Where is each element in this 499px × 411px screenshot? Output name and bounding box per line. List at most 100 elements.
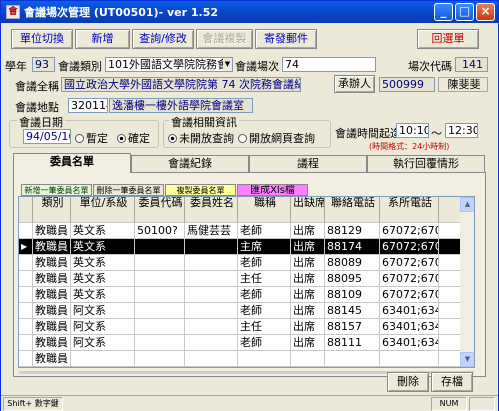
cell-category[interactable]: 教職員: [33, 271, 71, 286]
cell-title[interactable]: 老師: [238, 335, 291, 350]
cell-category[interactable]: 教職員: [33, 223, 71, 238]
back-to-menu-button[interactable]: 回選單: [417, 29, 479, 49]
cell-dept-phone[interactable]: 67072;67071: [380, 255, 439, 270]
table-row[interactable]: ▶教職員英文系 主席出席8817467072;67071: [19, 239, 460, 255]
category-select[interactable]: 101外國語文學院院務會 ▼: [105, 57, 233, 72]
cell-phone[interactable]: 88157: [325, 319, 380, 334]
row-selector[interactable]: [19, 197, 33, 222]
cell-category[interactable]: 教職員: [33, 335, 71, 350]
table-row[interactable]: 教職員英文系 老師出席8808967072;67071: [19, 255, 460, 271]
tab-minutes[interactable]: 會議紀錄: [131, 155, 249, 172]
location-code-field[interactable]: 320114: [68, 98, 108, 113]
cell-member-name[interactable]: [185, 239, 238, 254]
vertical-scrollbar[interactable]: ▲ ▼: [460, 197, 474, 367]
maximize-button[interactable]: □: [455, 3, 474, 21]
cell-member-name[interactable]: [185, 351, 238, 366]
cell-member-name[interactable]: [185, 319, 238, 334]
cell-category[interactable]: 教職員: [33, 239, 71, 254]
cell-category[interactable]: 教職員: [33, 255, 71, 270]
cell-attendance[interactable]: 出席: [291, 319, 325, 334]
cell-attendance[interactable]: 出席: [291, 303, 325, 318]
cell-phone[interactable]: 88109: [325, 287, 380, 302]
table-row[interactable]: 教職員: [19, 351, 460, 367]
add-button[interactable]: 新增: [75, 29, 130, 49]
organizer-button[interactable]: 承辦人: [334, 75, 375, 93]
cell-member-name[interactable]: 馬健芸芸: [185, 223, 238, 238]
cell-phone[interactable]: 88174: [325, 239, 380, 254]
cell-member-name[interactable]: [185, 335, 238, 350]
cell-unit[interactable]: [71, 351, 135, 366]
cell-member-code[interactable]: [135, 303, 185, 318]
cell-category[interactable]: 教職員: [33, 351, 71, 366]
date-confirmed-radio[interactable]: 確定: [117, 130, 150, 146]
cell-member-code[interactable]: [135, 335, 185, 350]
cell-attendance[interactable]: [291, 351, 325, 366]
cell-unit[interactable]: 英文系: [71, 255, 135, 270]
cell-title[interactable]: 老師: [238, 255, 291, 270]
cell-unit[interactable]: 英文系: [71, 223, 135, 238]
cell-unit[interactable]: 英文系: [71, 287, 135, 302]
cell-title[interactable]: 主任: [238, 319, 291, 334]
save-button[interactable]: 存檔: [431, 372, 473, 392]
tab-agenda[interactable]: 議程: [249, 155, 367, 172]
cell-category[interactable]: 教職員: [33, 319, 71, 334]
table-row[interactable]: 教職員英文系 主任出席8809567072;67071: [19, 271, 460, 287]
cell-attendance[interactable]: 出席: [291, 335, 325, 350]
table-row[interactable]: 教職員英文系50100?馬健芸芸老師出席8812967072;67071: [19, 223, 460, 239]
cell-member-code[interactable]: [135, 351, 185, 366]
cell-member-name[interactable]: [185, 287, 238, 302]
cell-phone[interactable]: 88095: [325, 271, 380, 286]
table-row[interactable]: 教職員英文系 老師出席8810967072;67071: [19, 287, 460, 303]
cell-dept-phone[interactable]: 67072;67071: [380, 271, 439, 286]
cell-member-code[interactable]: [135, 255, 185, 270]
cell-dept-phone[interactable]: 67072;67071: [380, 239, 439, 254]
time-end-field[interactable]: 12:30: [445, 123, 478, 138]
cell-member-code[interactable]: [135, 239, 185, 254]
row-selector[interactable]: [19, 351, 33, 366]
cell-title[interactable]: 老師: [238, 287, 291, 302]
cell-attendance[interactable]: 出席: [291, 223, 325, 238]
date-field[interactable]: 94/05/16: [23, 129, 71, 144]
time-start-field[interactable]: 10:10: [396, 123, 429, 138]
cell-phone[interactable]: 88111: [325, 335, 380, 350]
copy-member-button[interactable]: 複製委員名單: [165, 184, 236, 196]
cell-dept-phone[interactable]: [380, 351, 439, 366]
cell-dept-phone[interactable]: 67072;67071: [380, 223, 439, 238]
cell-title[interactable]: 主任: [238, 271, 291, 286]
send-mail-button[interactable]: 寄發郵件: [255, 29, 317, 49]
cell-unit[interactable]: 阿文系: [71, 303, 135, 318]
cell-unit[interactable]: 阿文系: [71, 319, 135, 334]
cell-member-name[interactable]: [185, 255, 238, 270]
cell-member-name[interactable]: [185, 303, 238, 318]
export-xls-button[interactable]: 匯成Xls檔: [237, 184, 308, 196]
cell-title[interactable]: 主席: [238, 239, 291, 254]
cell-attendance[interactable]: 出席: [291, 239, 325, 254]
session-field[interactable]: 74: [282, 57, 376, 72]
add-member-button[interactable]: 新增一筆委員名單: [21, 184, 92, 196]
query-edit-button[interactable]: 查詢/修改: [132, 29, 194, 49]
cell-attendance[interactable]: 出席: [291, 271, 325, 286]
row-selector[interactable]: [19, 335, 33, 350]
row-selector[interactable]: [19, 303, 33, 318]
meeting-copy-button[interactable]: 會議複製: [196, 29, 253, 49]
info-closed-radio[interactable]: 未開放查詢: [168, 130, 234, 146]
cell-category[interactable]: 教職員: [33, 287, 71, 302]
row-selector[interactable]: [19, 271, 33, 286]
members-table[interactable]: 教職員教職員阿文系老師出席8811163401;63402教職員阿文系主任出席8…: [18, 196, 475, 368]
cell-member-code[interactable]: [135, 319, 185, 334]
info-open-radio[interactable]: 開放網頁查詢: [238, 130, 315, 146]
scroll-up-arrow-icon[interactable]: ▲: [460, 197, 474, 212]
row-selector[interactable]: [19, 287, 33, 302]
row-selector[interactable]: [19, 319, 33, 334]
table-row[interactable]: 教職員阿文系 主任出席8815763401;63402: [19, 319, 460, 335]
tab-members[interactable]: 委員名單: [13, 153, 131, 173]
cell-title[interactable]: 老師: [238, 303, 291, 318]
row-selector[interactable]: [19, 223, 33, 238]
cell-attendance[interactable]: 出席: [291, 255, 325, 270]
fullname-field[interactable]: 國立政治大學外國語文學院院第 74 次院務會議紀錄: [61, 77, 301, 92]
date-tentative-radio[interactable]: 暫定: [75, 130, 108, 146]
table-row[interactable]: 教職員阿文系 老師出席8811163401;63402: [19, 335, 460, 351]
minimize-button[interactable]: _: [434, 3, 453, 21]
cell-unit[interactable]: 英文系: [71, 239, 135, 254]
dropdown-arrow-icon[interactable]: ▼: [223, 58, 232, 71]
